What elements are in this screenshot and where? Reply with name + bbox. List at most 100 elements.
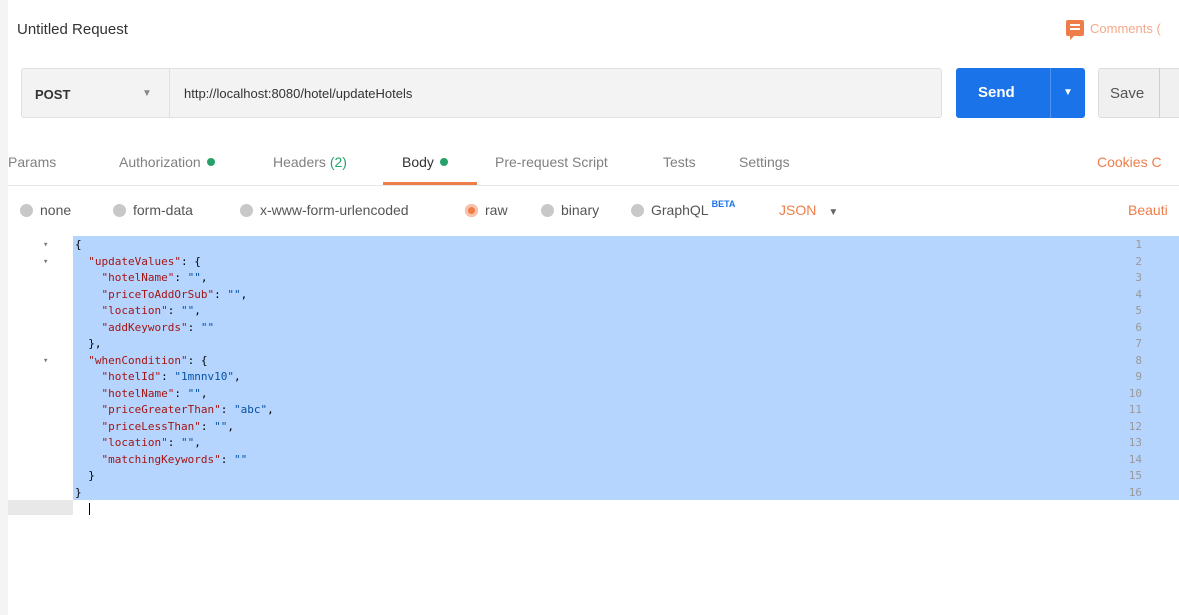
left-edge-bar <box>0 0 8 615</box>
body-type-form-data[interactable]: form-data <box>113 202 193 218</box>
save-label: Save <box>1110 85 1145 102</box>
code-line: }, <box>75 337 102 350</box>
line-number: 9 <box>1135 370 1142 383</box>
line-number: 2 <box>1135 254 1142 268</box>
body-type-raw[interactable]: raw <box>465 202 508 218</box>
line-number: 3 <box>1135 271 1142 284</box>
method-select[interactable]: POST ▼ <box>21 68 169 118</box>
line-number: 10 <box>1128 386 1142 400</box>
text-cursor <box>89 503 90 515</box>
tab-params[interactable]: Params <box>8 154 56 170</box>
fold-arrow-icon[interactable]: ▾ <box>43 356 48 366</box>
line-number: 1 <box>1135 238 1142 251</box>
body-type-binary[interactable]: binary <box>541 202 599 218</box>
send-button[interactable]: Send <box>956 68 1050 118</box>
request-tabs: Params Authorization Headers (2) Body Pr… <box>8 145 1179 186</box>
body-type-form-data-label: form-data <box>133 202 193 218</box>
send-options-button[interactable]: ▼ <box>1050 68 1085 118</box>
comment-icon <box>1066 20 1084 40</box>
method-label: POST <box>35 87 71 102</box>
code-line: "hotelName": "", <box>101 386 208 400</box>
tab-settings[interactable]: Settings <box>739 154 790 170</box>
radio-icon <box>631 203 644 217</box>
tab-pre-request-label: Pre-request Script <box>495 154 608 170</box>
fold-arrow-icon[interactable]: ▾ <box>43 240 48 250</box>
save-options-divider <box>1159 68 1160 118</box>
body-type-options: none form-data x-www-form-urlencoded raw… <box>20 199 1179 224</box>
url-input[interactable]: http://localhost:8080/hotel/updateHotels <box>169 68 942 118</box>
beta-badge: BETA <box>711 199 736 209</box>
code-line: "whenCondition": { <box>88 353 208 367</box>
line-number: 16 <box>1128 485 1142 499</box>
body-type-urlencoded[interactable]: x-www-form-urlencoded <box>240 202 409 218</box>
line-number: 7 <box>1135 337 1142 350</box>
active-line-gutter <box>8 500 73 515</box>
format-label: JSON <box>779 202 817 218</box>
code-line: "location": "", <box>101 436 201 449</box>
code-line: "priceToAddOrSub": "", <box>101 287 248 301</box>
status-dot-icon <box>206 158 215 166</box>
tab-body-label: Body <box>402 154 434 170</box>
chevron-down-icon: ▼ <box>1063 87 1073 98</box>
tab-tests[interactable]: Tests <box>663 154 696 170</box>
editor-gutter <box>8 236 73 615</box>
radio-selected-icon <box>465 203 478 217</box>
line-number: 4 <box>1135 287 1142 301</box>
code-line: "location": "", <box>101 304 201 317</box>
beautify-link[interactable]: Beauti <box>1128 202 1168 218</box>
line-number: 14 <box>1128 452 1142 466</box>
tab-headers-label: Headers <box>273 154 326 170</box>
body-type-raw-label: raw <box>485 202 508 218</box>
body-type-binary-label: binary <box>561 202 600 218</box>
line-number: 8 <box>1135 353 1142 367</box>
code-line: "updateValues": { <box>88 254 201 268</box>
tab-body[interactable]: Body <box>402 154 448 170</box>
code-line: "priceLessThan": "", <box>101 419 234 433</box>
status-dot-icon <box>439 158 448 166</box>
line-number: 12 <box>1128 419 1142 433</box>
code-line: } <box>75 469 95 482</box>
radio-icon <box>541 203 554 217</box>
code-editor[interactable]: 1 ▾ 2 ▾ 3 4 5 6 7 8 ▾ 9 10 11 12 13 14 15 16 { "updateValu… <box>8 236 1179 615</box>
code-line: "hotelId": "1mnnv10", <box>101 370 241 383</box>
request-title-row: Untitled Request Comments ( <box>8 0 1179 56</box>
tab-params-label: Params <box>8 154 57 170</box>
format-select[interactable]: JSON ▼ <box>779 202 838 218</box>
body-type-none[interactable]: none <box>20 202 71 218</box>
cookies-link[interactable]: Cookies C <box>1097 154 1162 170</box>
comments-button[interactable]: Comments ( <box>1066 20 1161 40</box>
tab-headers[interactable]: Headers (2) <box>273 154 347 170</box>
body-type-none-label: none <box>40 202 72 218</box>
radio-icon <box>113 203 126 217</box>
tab-headers-count: (2) <box>329 154 347 170</box>
tab-authorization-label: Authorization <box>119 154 201 170</box>
radio-icon <box>20 203 33 217</box>
comments-label: Comments ( <box>1090 20 1161 36</box>
send-label: Send <box>978 84 1015 101</box>
tab-pre-request-script[interactable]: Pre-request Script <box>495 154 608 170</box>
line-number: 13 <box>1128 436 1142 449</box>
chevron-down-icon: ▼ <box>828 207 839 218</box>
code-line: "hotelName": "", <box>101 271 208 284</box>
code-line: "priceGreaterThan": "abc", <box>101 403 274 416</box>
tab-tests-label: Tests <box>663 154 696 170</box>
line-number: 15 <box>1128 469 1142 482</box>
chevron-down-icon: ▼ <box>142 88 152 99</box>
code-line: { <box>75 238 82 251</box>
save-button[interactable]: Save <box>1098 68 1179 118</box>
code-line: } <box>75 485 82 499</box>
line-number: 5 <box>1135 304 1142 317</box>
url-text: http://localhost:8080/hotel/updateHotels <box>184 86 413 101</box>
request-title[interactable]: Untitled Request <box>17 21 128 38</box>
code-line: "addKeywords": "" <box>101 320 215 334</box>
body-type-graphql[interactable]: GraphQL BETA <box>631 199 736 218</box>
line-number: 6 <box>1135 320 1142 334</box>
tab-authorization[interactable]: Authorization <box>119 154 215 170</box>
active-tab-indicator <box>383 182 477 185</box>
code-line: "matchingKeywords": "" <box>101 452 248 466</box>
radio-icon <box>240 203 253 217</box>
line-number: 11 <box>1128 403 1142 416</box>
tab-settings-label: Settings <box>739 154 790 170</box>
body-type-urlencoded-label: x-www-form-urlencoded <box>260 202 409 218</box>
fold-arrow-icon[interactable]: ▾ <box>43 257 48 267</box>
